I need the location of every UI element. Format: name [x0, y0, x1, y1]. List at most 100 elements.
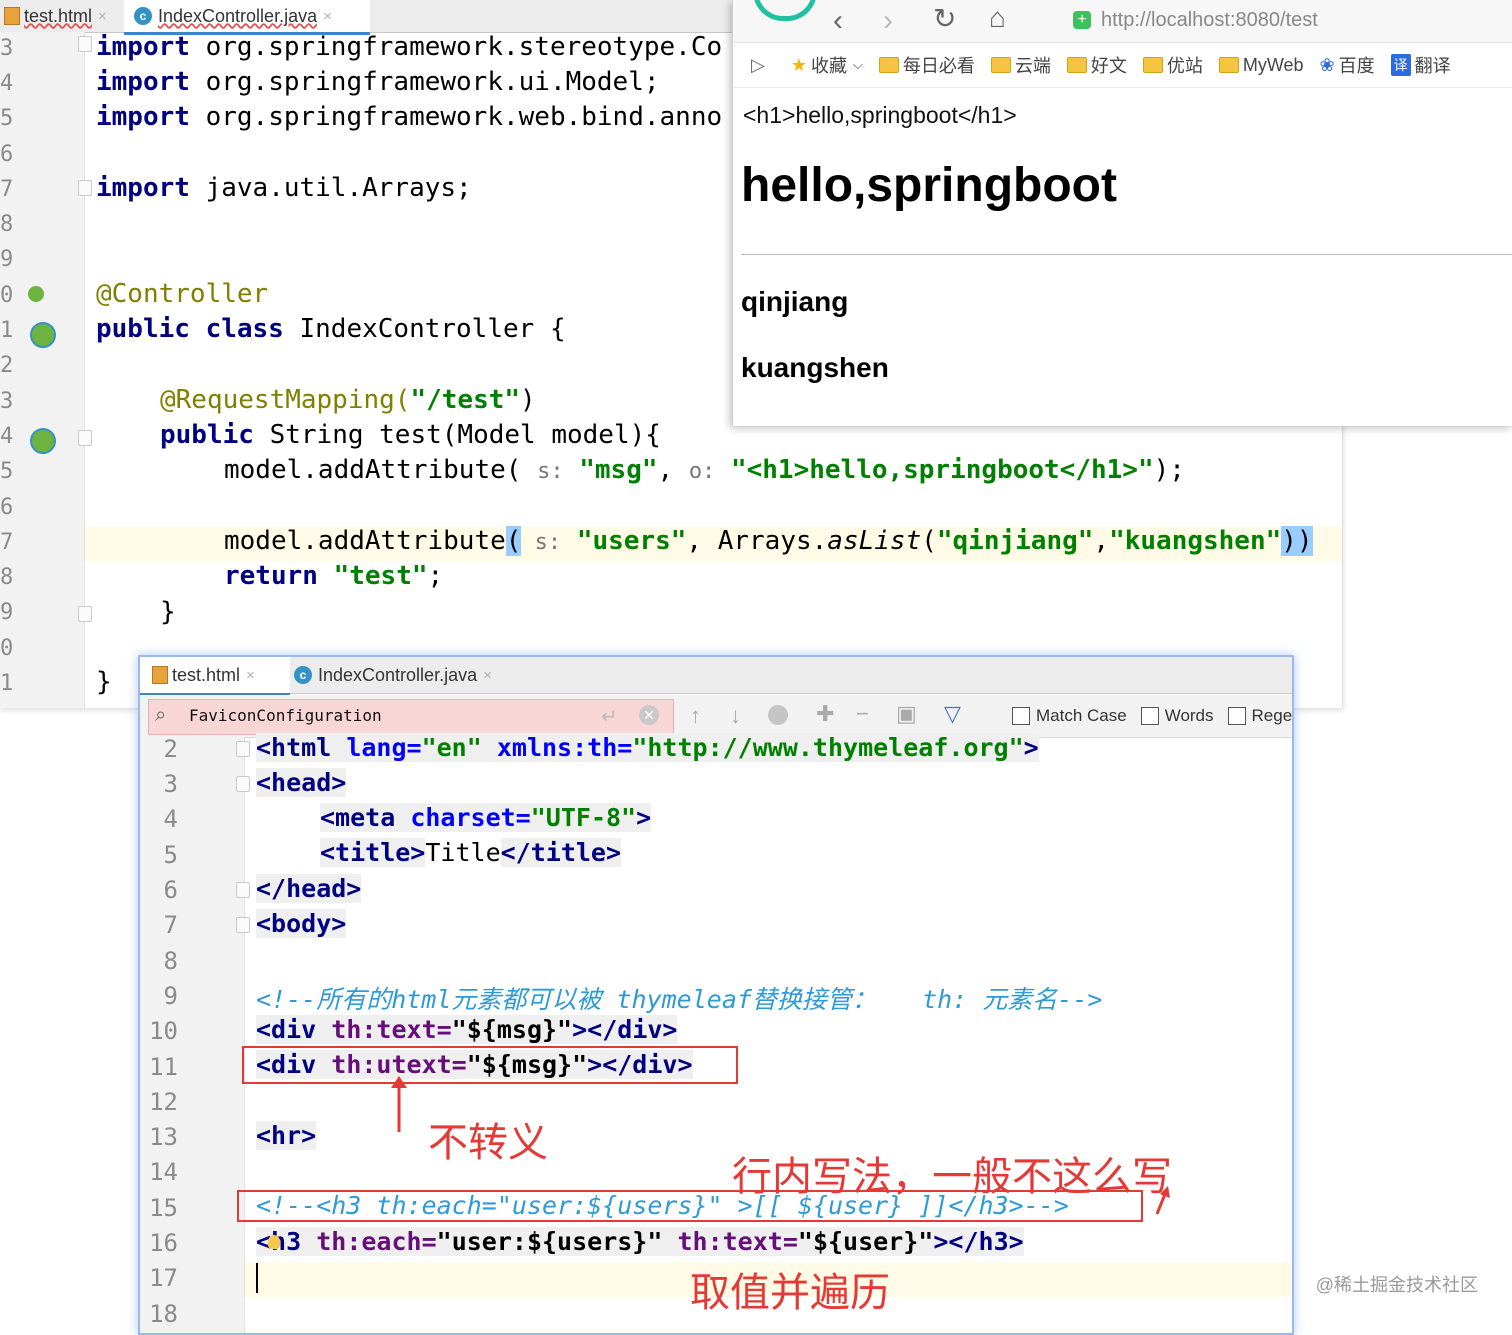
bookmark-baidu[interactable]: ❀ 百度: [1320, 52, 1375, 78]
text-caret: [256, 1263, 258, 1293]
code-line: }: [160, 597, 176, 627]
line-number: 8: [0, 565, 14, 590]
history-icon[interactable]: ↵: [601, 704, 618, 729]
add-selection-icon[interactable]: ✚: [816, 701, 834, 727]
find-all-icon[interactable]: [768, 705, 788, 725]
search-input[interactable]: FaviconConfiguration: [189, 706, 382, 725]
code-line: import java.util.Arrays;: [96, 173, 472, 203]
keyword: return: [224, 561, 318, 591]
bookmark-label: 每日必看: [902, 56, 975, 76]
fold-marker-icon[interactable]: [236, 882, 250, 898]
reload-icon[interactable]: ↻: [933, 2, 956, 35]
bookmark-favorites[interactable]: ★ 收藏 ⌵: [791, 52, 863, 78]
line-number: 5: [163, 841, 178, 869]
bookmark-folder[interactable]: 每日必看: [878, 52, 975, 78]
top-editor-tabbar: test.html × c IndexController.java ×: [0, 0, 740, 35]
bookmark-label: 云端: [1014, 56, 1051, 76]
line-number: 0: [0, 636, 14, 661]
back-icon[interactable]: ‹: [833, 4, 843, 38]
close-tab-icon[interactable]: ×: [323, 8, 332, 25]
remove-selection-icon[interactable]: −: [856, 701, 869, 727]
words-checkbox[interactable]: Words: [1140, 706, 1214, 726]
line-number: 1: [0, 671, 14, 696]
line-number: 2: [0, 353, 14, 378]
spring-bean-icon[interactable]: [28, 286, 44, 302]
thymeleaf-attribute: th:text=: [662, 1227, 798, 1256]
fold-marker-icon[interactable]: [78, 180, 92, 196]
line-number: 11: [149, 1053, 178, 1081]
address-bar[interactable]: + http://localhost:8080/test: [1073, 4, 1512, 36]
bottom-editor-window: test.html × c IndexController.java × ⌕ F…: [138, 655, 1294, 1335]
line-number: 18: [149, 1300, 178, 1328]
thymeleaf-attribute: th:text=: [331, 1015, 452, 1044]
line-number-gutter: 2 3 4 5 6 7 8 9 10 11 12 13 14 15 16 17 …: [140, 735, 250, 1333]
bookmark-folder[interactable]: MyWeb: [1218, 54, 1304, 76]
fold-marker-icon[interactable]: [78, 36, 92, 52]
forward-icon[interactable]: ›: [883, 4, 893, 38]
bookmark-label: MyWeb: [1242, 54, 1304, 75]
escaped-html-text: <h1>hello,springboot</h1>: [743, 102, 1017, 128]
bookmark-translate[interactable]: 译翻译: [1390, 52, 1451, 78]
bookmark-folder[interactable]: 好文: [1066, 52, 1127, 78]
tab-test-html[interactable]: test.html ×: [0, 0, 122, 32]
tab-test-html[interactable]: test.html ×: [140, 657, 290, 696]
match-case-checkbox[interactable]: Match Case: [1012, 706, 1127, 726]
html-tag: <h3: [256, 1227, 317, 1256]
code-line: public class IndexController {: [96, 314, 566, 344]
sidebar-toggle-icon[interactable]: ▷: [751, 55, 765, 76]
select-all-occurrences-icon[interactable]: ▣: [896, 701, 917, 727]
code-text: asList: [827, 526, 922, 556]
tab-label: IndexController.java: [158, 5, 318, 26]
search-field[interactable]: ⌕ FaviconConfiguration ↵ ✕: [148, 699, 674, 735]
tab-index-controller[interactable]: c IndexController.java ×: [290, 657, 530, 693]
tab-index-controller[interactable]: c IndexController.java ×: [124, 0, 370, 35]
code-line: <hr>: [256, 1121, 317, 1150]
code-text: , Arrays.: [686, 526, 828, 556]
page-heading: hello,springboot: [741, 159, 1117, 212]
line-number: 8: [0, 212, 14, 237]
clear-search-icon[interactable]: ✕: [639, 705, 659, 725]
fold-marker-icon[interactable]: [236, 741, 250, 757]
code-line: }: [96, 667, 112, 697]
request-mapping-icon[interactable]: [30, 428, 56, 454]
html-tag: </head>: [256, 874, 362, 903]
code-line: <!--所有的html元素都可以被 thymeleaf替换接管： th: 元素名…: [256, 985, 1103, 1014]
folder-icon: [878, 57, 899, 73]
bookmark-folder[interactable]: 云端: [990, 52, 1051, 78]
string-literal: "/test": [410, 385, 521, 415]
close-tab-icon[interactable]: ×: [246, 667, 255, 684]
arrow-up-right-icon: [1155, 1186, 1170, 1215]
html-tag: ></div>: [572, 1015, 678, 1044]
line-number: 16: [149, 1229, 178, 1257]
bookmark-label: 百度: [1338, 56, 1375, 76]
keyword: import: [96, 173, 190, 203]
regex-checkbox[interactable]: Rege: [1227, 706, 1292, 726]
code-line: <title>Title</title>: [320, 838, 622, 867]
code-line: import org.springframework.stereotype.Co: [96, 32, 722, 62]
previous-occurrence-icon[interactable]: ↑: [690, 703, 701, 729]
close-tab-icon[interactable]: ×: [483, 667, 492, 684]
line-number: 7: [0, 177, 14, 202]
star-icon: ★: [790, 54, 807, 75]
home-icon[interactable]: ⌂: [989, 2, 1006, 34]
spring-bean-icon[interactable]: [30, 322, 56, 348]
bookmark-label: 好文: [1090, 56, 1127, 76]
code-line: <body>: [256, 909, 347, 938]
html-tag: >: [636, 803, 652, 832]
bookmark-label: 收藏: [810, 56, 847, 76]
code-text: )): [1281, 526, 1313, 556]
next-occurrence-icon[interactable]: ↓: [730, 703, 741, 729]
watermark: @稀土掘金技术社区: [1315, 1275, 1478, 1295]
close-tab-icon[interactable]: ×: [98, 8, 107, 25]
code-text: org.springframework.stereotype.Co: [189, 32, 723, 62]
folder-icon: [1066, 57, 1087, 73]
fold-marker-icon[interactable]: [78, 606, 92, 622]
bookmark-folder[interactable]: 优站: [1142, 52, 1203, 78]
fold-marker-icon[interactable]: [78, 430, 92, 446]
fold-marker-icon[interactable]: [236, 917, 250, 933]
filter-icon[interactable]: ▽: [944, 701, 961, 727]
fold-marker-icon[interactable]: [236, 776, 250, 792]
chevron-down-icon: ⌵: [852, 57, 863, 72]
intention-bulb-icon[interactable]: [268, 1235, 280, 1249]
code-text: model.addAttribute(: [224, 455, 538, 485]
